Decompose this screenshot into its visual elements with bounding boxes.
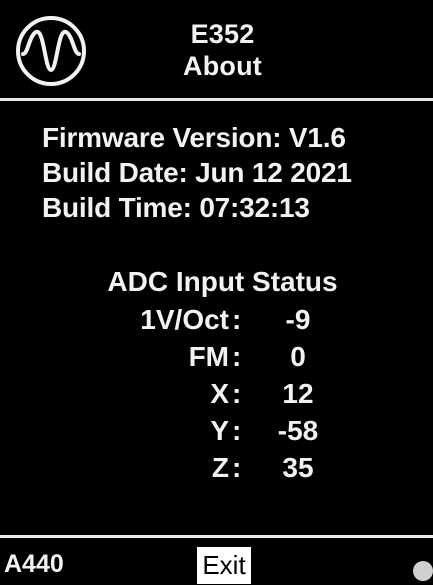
adc-row-z: Z : 35: [0, 449, 433, 486]
adc-value: -58: [277, 415, 319, 446]
build-date: Build Date: Jun 12 2021: [42, 157, 352, 188]
adc-value: 35: [282, 452, 314, 483]
model-name: E352: [190, 19, 255, 49]
header-divider: [0, 98, 433, 101]
adc-value: 12: [282, 378, 314, 409]
status-indicator-icon: [413, 561, 433, 581]
adc-status-table: 1V/Oct : -9 FM : 0 X : 12 Y : -58 Z : 35: [0, 301, 433, 486]
adc-row-x: X : 12: [0, 375, 433, 412]
adc-row-1voct: 1V/Oct : -9: [0, 301, 433, 338]
adc-colon: :: [232, 378, 242, 409]
exit-button[interactable]: Exit: [197, 547, 251, 584]
firmware-version: Firmware Version: V1.6: [42, 122, 346, 153]
adc-section-title: ADC Input Status: [107, 266, 338, 297]
adc-label: FM: [188, 341, 229, 372]
build-time: Build Time: 07:32:13: [42, 192, 310, 223]
adc-value: -9: [285, 304, 311, 335]
adc-colon: :: [232, 341, 242, 372]
footer-divider: [0, 535, 433, 538]
adc-label: 1V/Oct: [140, 304, 229, 335]
tuning-reference-label: A440: [4, 550, 64, 578]
adc-row-fm: FM : 0: [0, 338, 433, 375]
title-block: E352 About: [0, 18, 433, 82]
adc-colon: :: [232, 452, 242, 483]
adc-label: Z: [211, 452, 229, 483]
adc-label: X: [210, 378, 229, 409]
adc-colon: :: [232, 304, 242, 335]
adc-row-y: Y : -58: [0, 412, 433, 449]
firmware-info: Firmware Version: V1.6 Build Date: Jun 1…: [42, 120, 432, 225]
adc-value: 0: [290, 341, 306, 372]
adc-colon: :: [232, 415, 242, 446]
about-screen: E352 About Firmware Version: V1.6 Build …: [0, 0, 433, 585]
page-title: About: [183, 51, 262, 81]
adc-label: Y: [210, 415, 229, 446]
header: E352 About: [0, 0, 433, 98]
